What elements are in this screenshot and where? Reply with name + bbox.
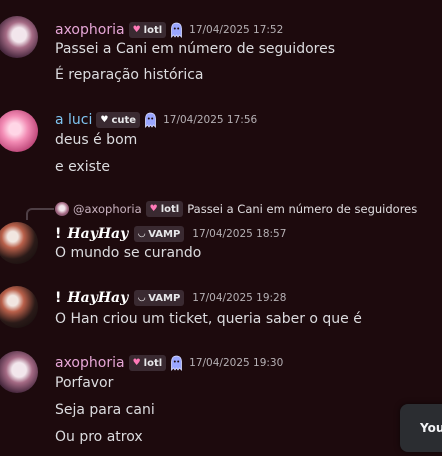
avatar[interactable] — [0, 351, 38, 393]
timestamp: 17/04/2025 19:28 — [192, 292, 287, 304]
avatar[interactable] — [0, 16, 38, 58]
timestamp: 17/04/2025 17:56 — [163, 114, 258, 126]
timestamp: 17/04/2025 18:57 — [192, 228, 287, 240]
role-tag[interactable]: ♥ cute — [96, 112, 141, 128]
avatar[interactable] — [0, 222, 38, 264]
name-prefix: ! — [55, 226, 62, 242]
message: axophoria ♥ lotl 17/04/2025 17:52 Passei… — [0, 0, 442, 92]
message-header: axophoria ♥ lotl 17/04/2025 17:52 — [55, 20, 283, 40]
fangs-icon: ◡ — [138, 229, 146, 239]
ghost-icon — [145, 112, 156, 128]
ghost-icon — [171, 22, 183, 38]
reply-avatar — [55, 202, 69, 216]
role-tag-label: VAMP — [148, 292, 181, 304]
heart-icon: ♥ — [149, 204, 158, 214]
message-text: Passei a Cani em número de seguidores — [55, 41, 336, 57]
message-header: a luci ♥ cute 17/04/2025 17:56 — [55, 110, 257, 130]
reply-text: Passei a Cani em número de seguidores — [187, 202, 418, 216]
role-tag-label: VAMP — [148, 228, 181, 240]
message: @axophoria ♥ lotl Passei a Cani em númer… — [0, 200, 442, 275]
role-tag: ♥ lotl — [145, 201, 184, 217]
role-tag-label: cute — [111, 114, 137, 126]
heart-icon: ♥ — [100, 115, 109, 125]
avatar[interactable] — [0, 286, 38, 328]
message-text: Seja para cani — [55, 402, 155, 418]
role-tag[interactable]: ♥ lotl — [128, 22, 167, 38]
user-popup[interactable]: You — [400, 404, 442, 452]
role-tag-label: lotl — [160, 203, 180, 215]
avatar[interactable] — [0, 110, 38, 152]
role-tag[interactable]: ◡ VAMP — [134, 290, 185, 306]
author-name[interactable]: HayHay — [67, 290, 128, 306]
author-name[interactable]: HayHay — [67, 226, 128, 242]
role-tag[interactable]: ◡ VAMP — [134, 226, 185, 242]
message-text: O mundo se curando — [55, 245, 202, 261]
message-header: ! HayHay ◡ VAMP 17/04/2025 19:28 — [55, 288, 286, 308]
role-tag-label: lotl — [143, 357, 163, 369]
message: ! HayHay ◡ VAMP 17/04/2025 19:28 O Han c… — [0, 282, 442, 337]
message: axophoria ♥ lotl 17/04/2025 19:30 Porfav… — [0, 345, 442, 456]
author-name[interactable]: axophoria — [55, 22, 125, 38]
author-name[interactable]: a luci — [55, 112, 92, 128]
reply-author[interactable]: @axophoria — [73, 202, 142, 216]
message-text: Ou pro atrox — [55, 429, 143, 445]
timestamp: 17/04/2025 19:30 — [189, 357, 284, 369]
heart-icon: ♥ — [132, 358, 141, 368]
message-text: É reparação histórica — [55, 67, 204, 83]
name-prefix: ! — [55, 290, 62, 306]
message-text: deus é bom — [55, 132, 138, 148]
fangs-icon: ◡ — [138, 293, 146, 303]
reply-spine — [26, 208, 54, 220]
message-text: e existe — [55, 159, 111, 175]
popup-label: You — [420, 421, 442, 435]
ghost-icon — [171, 355, 183, 371]
message-text: O Han criou um ticket, queria saber o qu… — [55, 311, 362, 327]
message-header: ! HayHay ◡ VAMP 17/04/2025 18:57 — [55, 224, 286, 244]
message-text: Porfavor — [55, 375, 114, 391]
reply-preview[interactable]: @axophoria ♥ lotl Passei a Cani em númer… — [55, 201, 417, 217]
role-tag[interactable]: ♥ lotl — [128, 355, 167, 371]
heart-icon: ♥ — [132, 25, 141, 35]
message-header: axophoria ♥ lotl 17/04/2025 19:30 — [55, 353, 283, 373]
author-name[interactable]: axophoria — [55, 355, 125, 371]
role-tag-label: lotl — [143, 24, 163, 36]
timestamp: 17/04/2025 17:52 — [189, 24, 284, 36]
message: a luci ♥ cute 17/04/2025 17:56 deus é bo… — [0, 100, 442, 190]
